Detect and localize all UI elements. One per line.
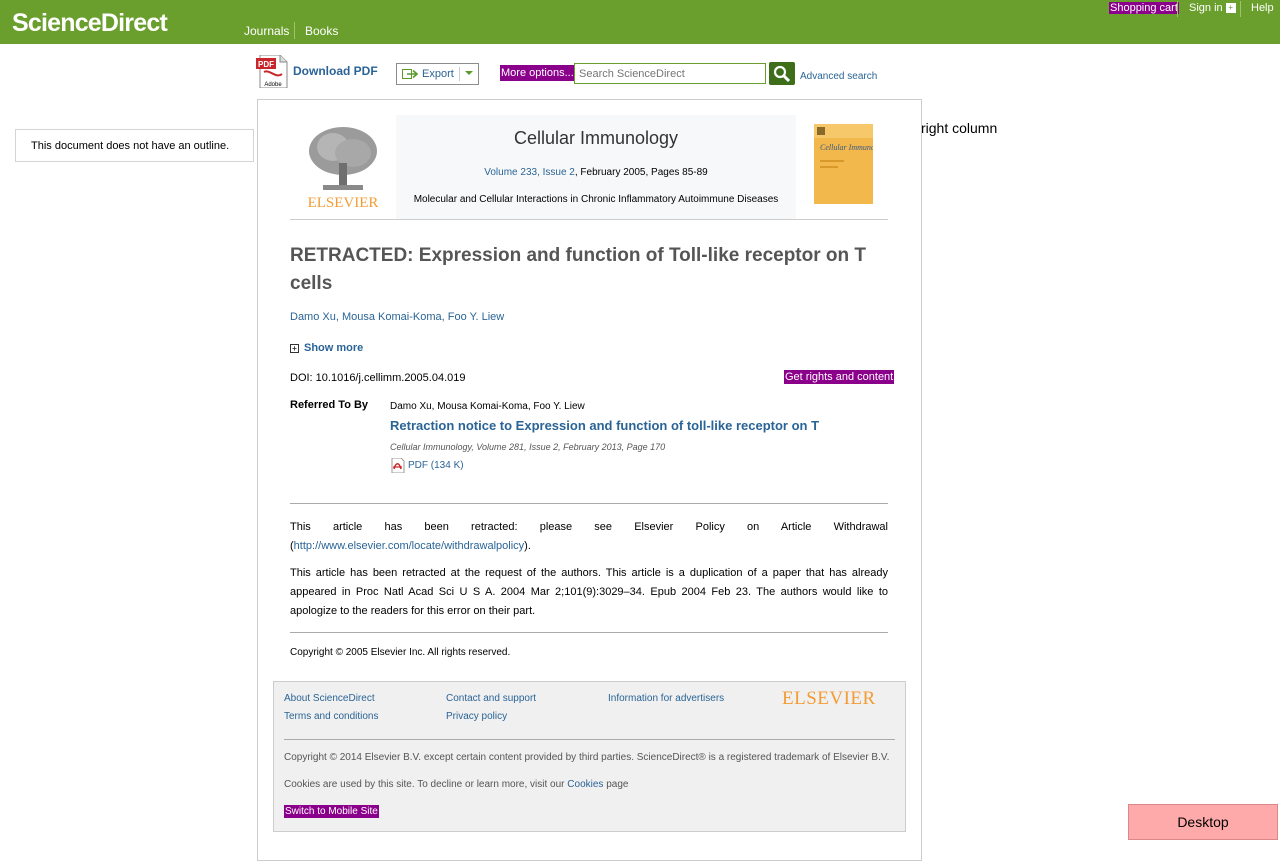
pdf-download-icon[interactable]: PDF Adobe	[256, 54, 288, 89]
cookie-text-end: page	[603, 779, 629, 790]
footer-divider	[284, 739, 895, 740]
journal-info: Cellular Immunology Volume 233, Issue 2,…	[396, 115, 796, 219]
right-column-placeholder: right column	[921, 120, 998, 136]
outline-message: This document does not have an outline.	[31, 140, 230, 152]
article-title: RETRACTED: Expression and function of To…	[290, 245, 867, 294]
nav-books[interactable]: Books	[305, 24, 338, 38]
footer-privacy-link[interactable]: Privacy policy	[446, 711, 507, 722]
shopping-cart-link[interactable]: Shopping cart	[1109, 2, 1179, 14]
cover-journal-title: Cellular Immunology	[820, 143, 873, 152]
desktop-button[interactable]: Desktop	[1128, 804, 1278, 840]
download-pdf-link[interactable]: Download PDF	[293, 64, 378, 78]
elsevier-wordmark: ELSEVIER	[308, 195, 379, 211]
switch-mobile-button[interactable]: Switch to Mobile Site	[284, 805, 379, 818]
nav-journals[interactable]: Journals	[244, 24, 289, 38]
author-link[interactable]: Mousa Komai-Koma	[342, 311, 442, 323]
search-input[interactable]	[574, 63, 766, 84]
article-copyright: Copyright © 2005 Elsevier Inc. All right…	[290, 647, 511, 658]
volume-issue-link[interactable]: Volume 233, Issue 2	[484, 167, 575, 178]
expand-icon: +	[290, 343, 299, 353]
top-header: ScienceDirect Journals Books Shopping ca…	[0, 0, 1280, 44]
journal-volume: Volume 233, Issue 2, February 2005, Page…	[396, 167, 796, 178]
journal-date-pages: , February 2005, Pages 85-89	[574, 167, 708, 178]
footer-terms-link[interactable]: Terms and conditions	[284, 711, 379, 722]
pdf-icon	[391, 457, 405, 474]
article-panel: ELSEVIER Cellular Immunology Volume 233,…	[257, 99, 922, 861]
ref-citation: Cellular Immunology, Volume 281, Issue 2…	[390, 442, 666, 452]
journal-title[interactable]: Cellular Immunology	[396, 128, 796, 149]
retraction-detail-paragraph: This article has been retracted at the r…	[290, 567, 888, 617]
ref-pdf-link[interactable]: PDF (134 K)	[390, 457, 464, 474]
doi-text: DOI: 10.1016/j.cellimm.2005.04.019	[290, 372, 466, 384]
referred-to-label: Referred To By	[290, 399, 369, 411]
journal-cover-image[interactable]: Cellular Immunology	[814, 124, 889, 204]
show-more-toggle[interactable]: + Show more	[290, 342, 363, 354]
retraction-paragraph: This article has been retracted: please …	[290, 518, 888, 556]
util-divider	[1177, 1, 1178, 17]
search-icon	[773, 65, 791, 83]
footer-advertisers-link[interactable]: Information for advertisers	[608, 693, 724, 704]
cookie-text: Cookies are used by this site. To declin…	[284, 779, 568, 790]
export-divider	[459, 67, 460, 81]
sign-in-label: Sign in	[1189, 2, 1223, 14]
retraction-text-end: ).	[524, 540, 531, 552]
author-list: Damo Xu, Mousa Komai-Koma, Foo Y. Liew	[290, 311, 504, 323]
util-divider	[1240, 1, 1241, 17]
divider	[290, 632, 888, 633]
journal-banner: ELSEVIER Cellular Immunology Volume 233,…	[290, 115, 889, 220]
outline-panel: This document does not have an outline.	[15, 129, 254, 162]
adobe-icon-text: Adobe	[264, 82, 282, 88]
cookies-link[interactable]: Cookies	[567, 779, 603, 790]
footer-about-link[interactable]: About ScienceDirect	[284, 693, 375, 704]
ref-pdf-label: PDF (134 K)	[408, 460, 464, 472]
export-label: Export	[422, 68, 454, 80]
chevron-down-icon[interactable]	[464, 68, 474, 78]
footer-contact-link[interactable]: Contact and support	[446, 693, 536, 704]
nav-divider	[294, 22, 295, 39]
cookie-notice: Cookies are used by this site. To declin…	[284, 779, 628, 790]
more-options-link[interactable]: More options...	[500, 65, 575, 81]
pdf-icon-text: PDF	[258, 60, 274, 69]
footer-elsevier-logo[interactable]: ELSEVIER	[782, 688, 876, 710]
search-button[interactable]	[769, 62, 795, 85]
divider	[290, 503, 888, 504]
retraction-notice-link[interactable]: Retraction notice to Expression and func…	[390, 418, 819, 433]
author-link[interactable]: Damo Xu	[290, 311, 336, 323]
advanced-search-link[interactable]: Advanced search	[800, 71, 877, 82]
ref-authors: Damo Xu, Mousa Komai-Koma, Foo Y. Liew	[390, 401, 585, 412]
export-icon	[402, 69, 418, 79]
get-rights-button[interactable]: Get rights and content	[784, 370, 895, 384]
export-button[interactable]: Export	[396, 63, 479, 85]
footer-copyright: Copyright © 2014 Elsevier B.V. except ce…	[284, 752, 890, 763]
special-issue-title: Molecular and Cellular Interactions in C…	[413, 194, 779, 205]
sciencedirect-logo[interactable]: ScienceDirect	[12, 9, 168, 38]
show-more-label: Show more	[304, 342, 364, 354]
withdrawal-policy-link[interactable]: http://www.elsevier.com/locate/withdrawa…	[294, 540, 524, 552]
plus-icon: +	[1225, 3, 1236, 14]
sign-in-link[interactable]: Sign in +	[1189, 2, 1236, 14]
site-footer: About ScienceDirect Terms and conditions…	[273, 681, 906, 832]
help-link[interactable]: Help	[1251, 2, 1274, 14]
author-link[interactable]: Foo Y. Liew	[448, 311, 504, 323]
elsevier-tree-logo[interactable]: ELSEVIER	[305, 123, 381, 211]
